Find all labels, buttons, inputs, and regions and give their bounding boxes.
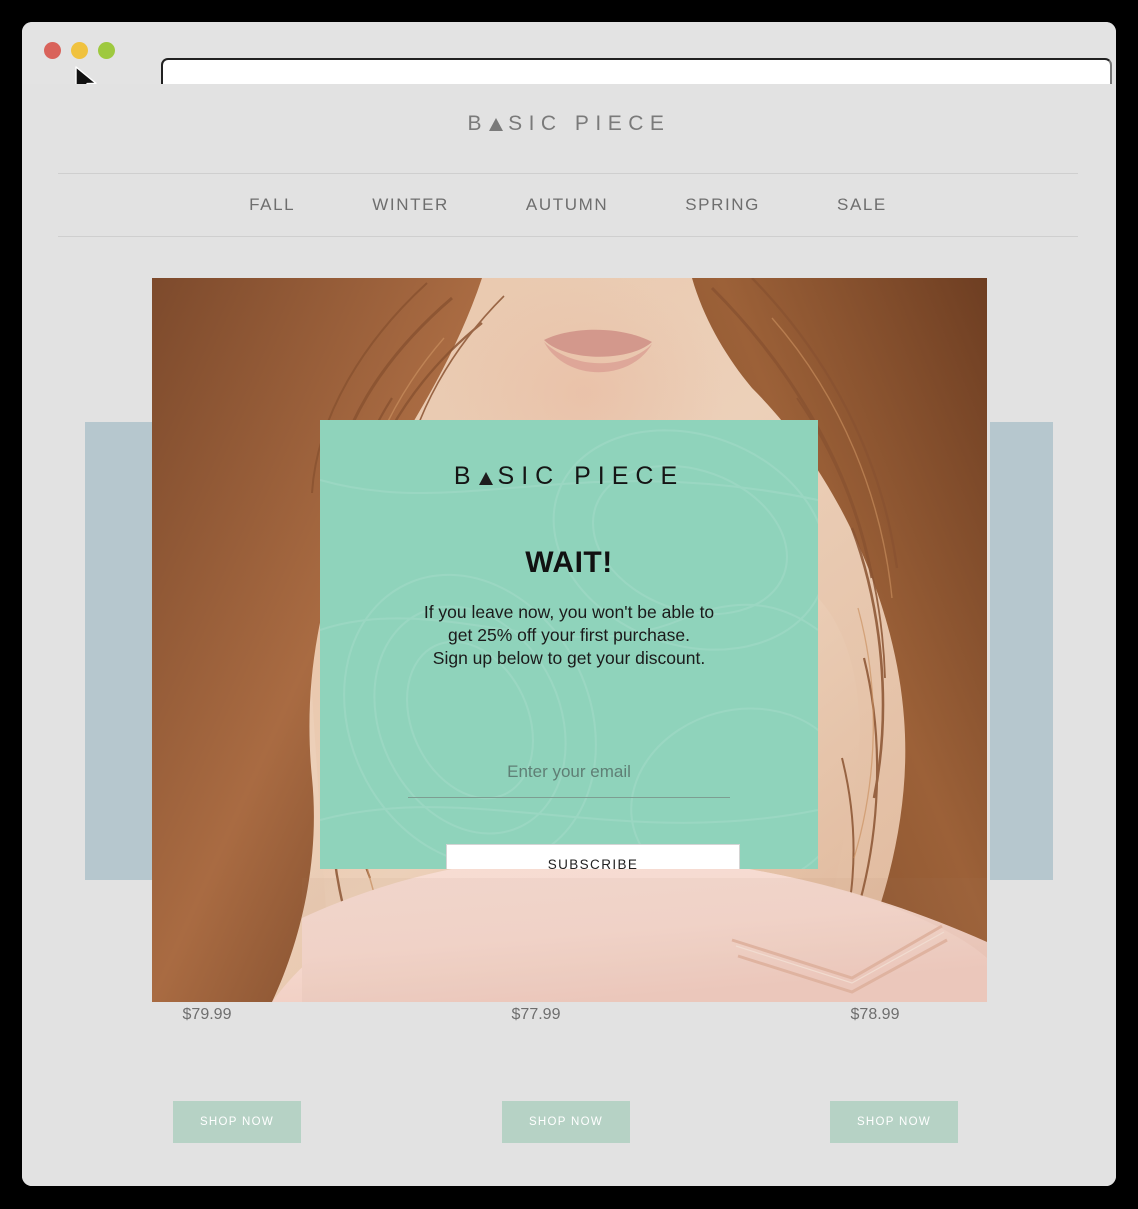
triangle-icon bbox=[478, 472, 493, 485]
decorative-panel-right bbox=[990, 422, 1053, 880]
site-logo-text-before: B bbox=[467, 112, 489, 135]
modal-logo-text-before: B bbox=[453, 462, 478, 490]
shop-now-button[interactable]: SHOP NOW bbox=[173, 1101, 301, 1143]
nav-item-fall[interactable]: FALL bbox=[249, 195, 295, 215]
product-price: $79.99 bbox=[182, 1006, 232, 1023]
page-content: B SIC PIECE FALL WINTER AUTUMN SPRING SAL… bbox=[22, 84, 1116, 1186]
modal-heading: WAIT! bbox=[525, 546, 613, 579]
nav-item-spring[interactable]: SPRING bbox=[685, 195, 760, 215]
window-controls bbox=[44, 42, 115, 59]
shop-now-button[interactable]: SHOP NOW bbox=[502, 1101, 630, 1143]
main-navigation: FALL WINTER AUTUMN SPRING SALE bbox=[58, 173, 1078, 237]
modal-logo: B SIC PIECE bbox=[320, 462, 818, 491]
modal-body-line-3: Sign up below to get your discount. bbox=[432, 648, 706, 668]
modal-body-line-2: get 25% off your first purchase. bbox=[448, 625, 690, 645]
close-window-button[interactable] bbox=[44, 42, 61, 59]
nav-item-winter[interactable]: WINTER bbox=[372, 195, 449, 215]
modal-body-text: If you leave now, you won't be able to g… bbox=[344, 601, 794, 670]
decorative-panel-left bbox=[85, 422, 153, 880]
exit-intent-modal: B SIC PIECE WAIT! If you leave now, you w… bbox=[320, 420, 818, 869]
site-logo-text-after: SIC PIECE bbox=[508, 112, 671, 135]
product-price: $77.99 bbox=[511, 1006, 561, 1023]
nav-item-autumn[interactable]: AUTUMN bbox=[526, 195, 608, 215]
browser-window: B SIC PIECE FALL WINTER AUTUMN SPRING SAL… bbox=[22, 22, 1116, 1186]
maximize-window-button[interactable] bbox=[98, 42, 115, 59]
modal-logo-text-after: SIC PIECE bbox=[497, 462, 685, 490]
shop-now-row: SHOP NOW SHOP NOW SHOP NOW bbox=[22, 1101, 1116, 1143]
triangle-icon bbox=[489, 118, 504, 131]
minimize-window-button[interactable] bbox=[71, 42, 88, 59]
subscribe-button[interactable]: SUBSCRIBE bbox=[446, 844, 740, 869]
email-input[interactable] bbox=[408, 762, 730, 798]
product-price: $78.99 bbox=[850, 1006, 900, 1023]
product-price-row: $79.99 $77.99 $78.99 bbox=[22, 1006, 1116, 1028]
nav-item-sale[interactable]: SALE bbox=[837, 195, 887, 215]
shop-now-button[interactable]: SHOP NOW bbox=[830, 1101, 958, 1143]
browser-chrome bbox=[22, 22, 1116, 96]
modal-body-line-1: If you leave now, you won't be able to bbox=[423, 602, 715, 622]
site-logo[interactable]: B SIC PIECE bbox=[22, 112, 1116, 136]
